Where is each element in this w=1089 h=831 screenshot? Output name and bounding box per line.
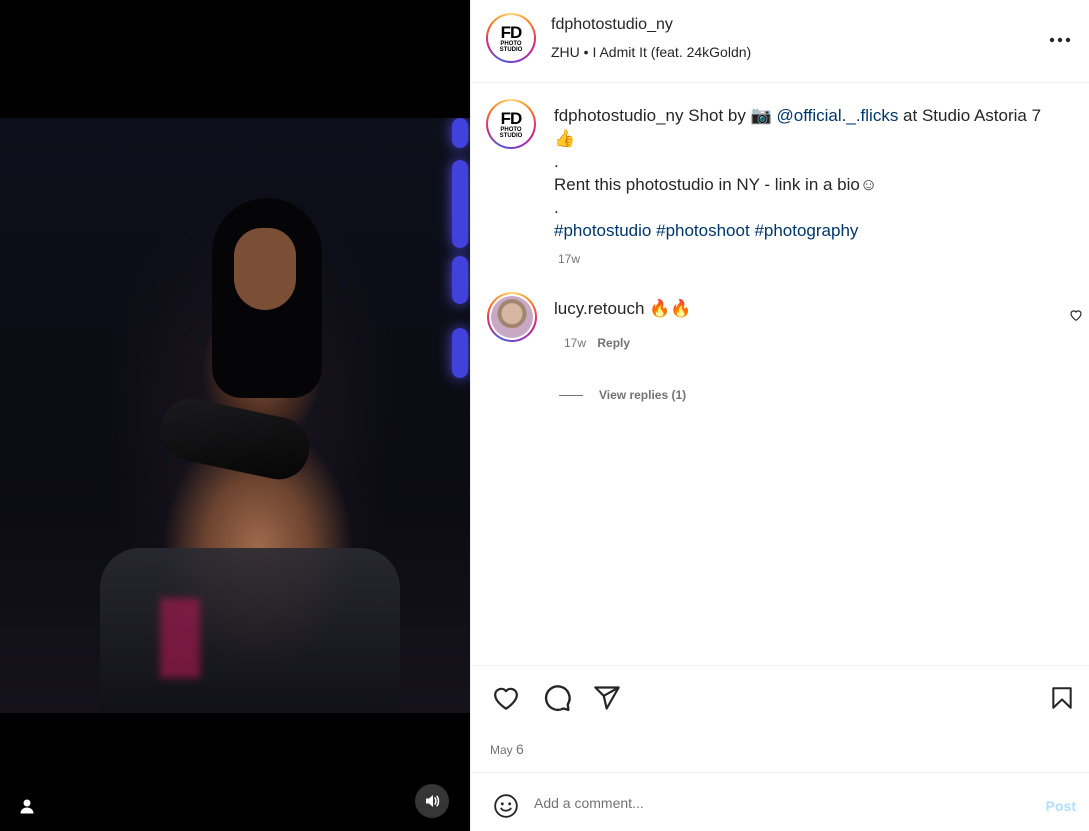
caption-time[interactable]: 17w [554,248,1059,271]
logo-main-text: FD [500,108,523,128]
comment-meta: 17w Reply [564,336,630,350]
caption: fdphotostudio_ny Shot by 📷 @official._.f… [554,104,1059,271]
comment-text: 🔥🔥 [649,299,692,318]
audio-track[interactable]: ZHU • I Admit It (feat. 24kGoldn) [551,44,751,60]
subject-glove [155,393,315,485]
caption-username[interactable]: fdphotostudio_ny [554,106,684,125]
hashtag-link[interactable]: #photoshoot [656,221,750,240]
author-avatar[interactable]: FD PHOTO STUDIO [486,13,536,63]
caption-avatar[interactable]: FD PHOTO STUDIO [486,99,536,149]
avatar-inner: FD PHOTO STUDIO [488,101,534,147]
commenter-avatar[interactable] [487,292,537,342]
post-sidebar: FD PHOTO STUDIO fdphotostudio_ny ZHU • I… [470,0,1089,831]
comment-body: lucy.retouch 🔥🔥 [554,299,691,319]
studio-logo: FD PHOTO STUDIO [490,17,532,59]
caption-text: Shot by 📷 [688,106,777,125]
caption-hashtags: #photostudio #photoshoot #photography [554,219,1059,242]
view-replies-line [559,394,583,396]
hashtag-link[interactable]: #photostudio [554,221,651,240]
neon-light [452,328,468,378]
logo-sub-text: PHOTO STUDIO [499,126,523,139]
speaker-icon[interactable] [415,784,449,818]
video-frame[interactable] [0,118,470,713]
comment-composer: Post [471,772,1089,831]
view-replies-button[interactable]: View replies (1) [559,388,686,402]
caption-dot: . [554,198,559,217]
caption-line: Rent this photostudio in NY - link in a … [554,175,878,194]
user-tag-icon[interactable] [10,789,44,823]
commenter-portrait [491,296,533,338]
post-media[interactable] [0,0,470,831]
bookmark-icon[interactable] [1046,682,1078,714]
subject-face [234,228,296,310]
neon-light [452,118,468,148]
logo-sub-text: PHOTO STUDIO [499,40,523,53]
caption-mention[interactable]: @official._.flicks [777,106,899,125]
post-header: FD PHOTO STUDIO fdphotostudio_ny ZHU • I… [471,0,1089,83]
comment-input[interactable] [534,795,1014,811]
view-replies-label: View replies (1) [599,388,687,402]
studio-logo: FD PHOTO STUDIO [490,103,532,145]
comment-time[interactable]: 17w [564,336,586,350]
author-username[interactable]: fdphotostudio_ny [551,16,673,34]
post-actions: May 6 [471,665,1089,771]
post-comment-button[interactable]: Post [1046,798,1076,814]
motorcycle [100,548,400,713]
neon-light [452,160,468,248]
neon-light [452,256,468,304]
avatar-inner [489,294,535,340]
caption-dot: . [554,152,559,171]
comment-like-icon[interactable] [1069,308,1083,327]
reply-button[interactable]: Reply [597,336,630,350]
logo-main-text: FD [500,22,523,42]
more-options-icon[interactable] [1048,28,1072,52]
emoji-icon[interactable] [493,793,519,819]
post-date-month: May [490,743,513,757]
avatar-inner: FD PHOTO STUDIO [488,15,534,61]
share-icon[interactable] [591,682,623,714]
post-date-day: 6 [516,741,524,757]
commenter-username[interactable]: lucy.retouch [554,299,644,318]
motorcycle-glow [160,598,200,678]
heart-icon[interactable] [490,682,522,714]
hashtag-link[interactable]: #photography [754,221,858,240]
comment-icon[interactable] [541,682,573,714]
post-date[interactable]: May 6 [490,741,524,757]
